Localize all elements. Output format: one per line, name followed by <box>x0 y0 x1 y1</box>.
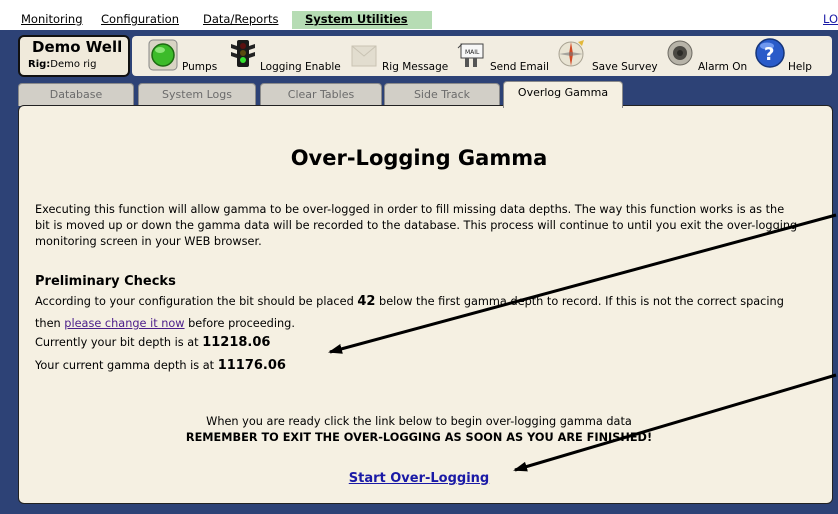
config-spacing-value: 42 <box>357 294 376 309</box>
alarm-on-label: Alarm On <box>698 61 748 73</box>
tab-side-track[interactable]: Side Track <box>384 83 500 106</box>
gamma-depth-label: Your current gamma depth is at <box>35 359 215 372</box>
intro-line-1: Executing this function will allow gamma… <box>35 203 785 216</box>
rig-message-button[interactable]: Rig Message <box>350 38 450 74</box>
traffic-light-icon <box>231 40 255 67</box>
save-survey-button[interactable]: Save Survey <box>556 38 658 74</box>
rig-value: Demo rig <box>50 59 97 70</box>
rig-info: Rig:Demo rig <box>28 59 96 70</box>
save-survey-icon <box>558 40 584 67</box>
then-text: then <box>35 317 61 330</box>
svg-text:?: ? <box>764 44 774 65</box>
alarm-on-button[interactable]: Alarm On <box>666 38 748 74</box>
green-circle-icon <box>148 39 178 71</box>
alarm-icon <box>667 40 693 66</box>
config-spacing-text: According to your configuration the bit … <box>35 294 784 310</box>
svg-text:MAIL: MAIL <box>465 49 480 56</box>
top-menu-bar: Monitoring Configuration Data/Reports Sy… <box>0 0 838 30</box>
tab-database[interactable]: Database <box>18 83 134 106</box>
send-email-button[interactable]: MAIL Send Email <box>456 38 549 74</box>
menu-configuration[interactable]: Configuration <box>101 12 179 26</box>
well-info-box: Demo Well Rig:Demo rig <box>18 35 130 77</box>
pumps-button[interactable]: Pumps <box>148 38 220 74</box>
pumps-label: Pumps <box>182 61 218 73</box>
rig-message-label: Rig Message <box>382 61 449 73</box>
page-title: Over-Logging Gamma <box>290 146 548 170</box>
rig-message-icon <box>351 45 377 67</box>
remember-warning: REMEMBER TO EXIT THE OVER-LOGGING AS SOO… <box>185 431 653 444</box>
config-post: below the first gamma depth to record. I… <box>379 295 784 308</box>
well-name: Demo Well <box>32 38 123 56</box>
tab-system-logs[interactable]: System Logs <box>138 83 256 106</box>
before-text: before proceeding. <box>188 317 295 330</box>
gamma-depth-text: Your current gamma depth is at 11176.06 <box>35 358 286 374</box>
gamma-depth-value: 11176.06 <box>217 358 286 373</box>
rig-label: Rig: <box>28 59 51 70</box>
menu-monitoring[interactable]: Monitoring <box>21 12 83 26</box>
intro-line-3: monitoring screen in your WEB browser. <box>35 235 262 248</box>
bit-depth-text: Currently your bit depth is at 11218.06 <box>35 335 270 351</box>
bit-depth-label: Currently your bit depth is at <box>35 336 199 349</box>
tab-clear-tables[interactable]: Clear Tables <box>260 83 382 106</box>
help-icon: ? <box>755 38 785 68</box>
start-over-logging-link[interactable]: Start Over-Logging <box>0 471 838 486</box>
send-email-icon: MAIL <box>457 43 484 67</box>
menu-system-utilities[interactable]: System Utilities <box>292 11 432 29</box>
logging-enable-button[interactable]: Logging Enable <box>228 38 341 74</box>
tab-overlog-gamma[interactable]: Overlog Gamma <box>503 81 623 108</box>
menu-system-utilities-label: System Utilities <box>305 12 408 26</box>
menu-data-reports[interactable]: Data/Reports <box>203 12 278 26</box>
save-survey-label: Save Survey <box>592 61 658 73</box>
bit-depth-value: 11218.06 <box>202 335 271 350</box>
toolbar: Pumps Logging Enable Rig Message MAIL Se… <box>132 36 832 76</box>
menu-logout[interactable]: LO <box>823 12 838 26</box>
start-over-logging-label: Start Over-Logging <box>348 471 490 486</box>
send-email-label: Send Email <box>490 61 549 73</box>
ready-instruction: When you are ready click the link below … <box>206 415 632 428</box>
help-label: Help <box>788 61 812 73</box>
preliminary-checks-heading: Preliminary Checks <box>35 274 176 289</box>
help-button[interactable]: ? Help <box>754 38 814 74</box>
logging-enable-label: Logging Enable <box>260 61 341 73</box>
change-config-text: then please change it now before proceed… <box>35 316 295 332</box>
change-config-link[interactable]: please change it now <box>64 317 184 330</box>
config-pre: According to your configuration the bit … <box>35 295 354 308</box>
intro-line-2: bit is moved up or down the gamma data w… <box>35 219 798 232</box>
